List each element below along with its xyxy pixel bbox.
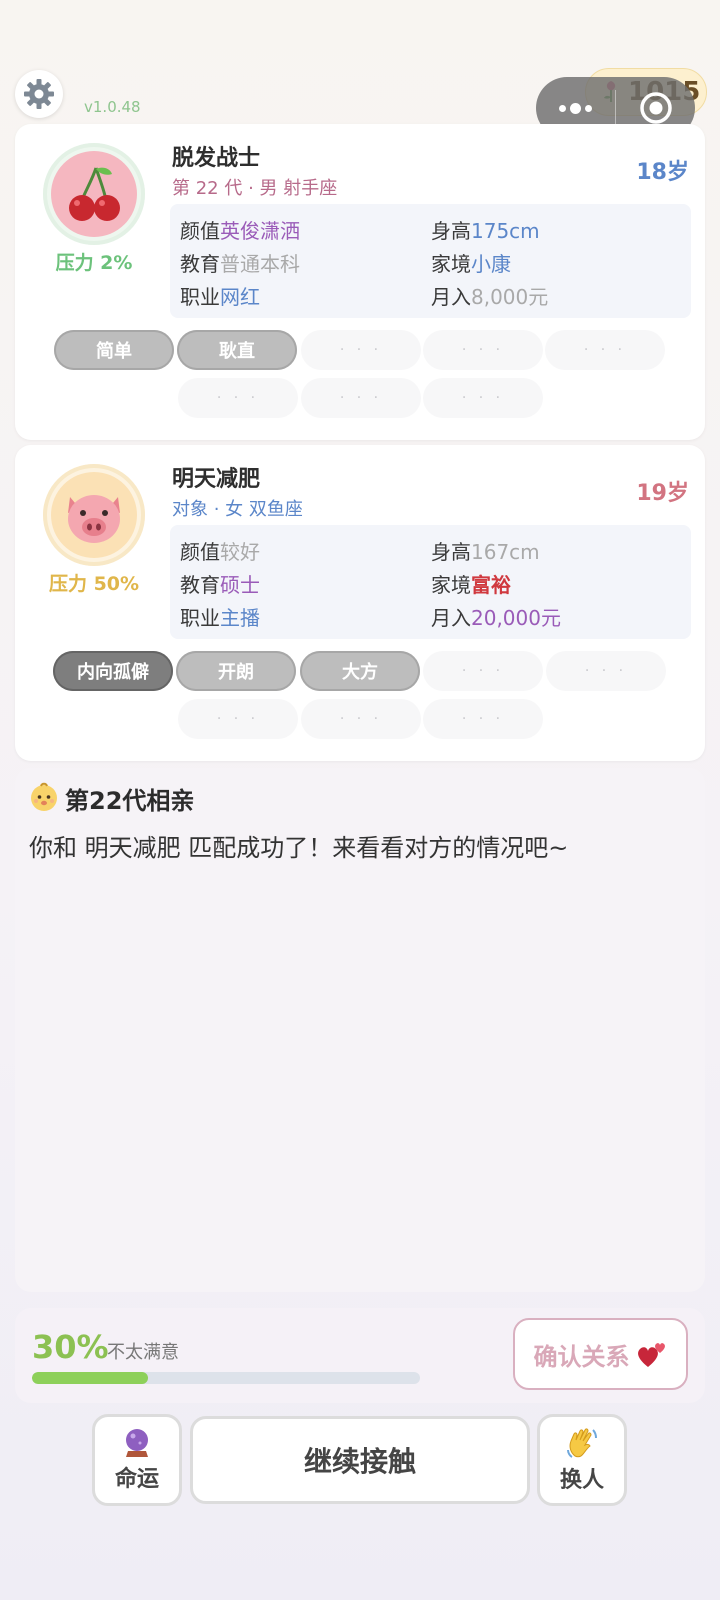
baby-icon [31, 782, 57, 811]
gear-icon [24, 79, 54, 109]
continue-label: 继续接触 [303, 1445, 416, 1478]
partner-subtitle: 对象 · 女 双鱼座 [172, 499, 303, 520]
satisfaction-percent: 30% [32, 1328, 109, 1366]
partner-pressure: 压力 50% [48, 573, 140, 595]
trait-tag[interactable]: 内向孤僻 [53, 651, 173, 691]
trait-tag[interactable]: 简单 [54, 330, 174, 370]
trait-tag-empty: · · · [301, 378, 421, 418]
hearts-icon [637, 1343, 665, 1367]
fate-button[interactable]: 命运 [92, 1414, 182, 1506]
trait-tag[interactable]: 开朗 [176, 651, 296, 691]
player-card: 压力 2% 脱发战士 第 22 代 · 男 射手座 18岁 颜值英俊潇洒 身高1… [15, 124, 705, 440]
stat-education: 教育普通本科 [180, 252, 300, 276]
crystal-ball-icon [126, 1429, 148, 1457]
satisfaction-bar [32, 1372, 420, 1384]
satisfaction-bar-fill [32, 1372, 149, 1384]
partner-age: 19岁 [636, 481, 689, 506]
close-target-icon[interactable] [616, 91, 695, 125]
continue-contact-button[interactable]: 继续接触 [190, 1416, 530, 1504]
partner-stats: 颜值较好 身高167cm 教育硕士 家境富裕 职业主播 月入20,000元 [170, 525, 691, 639]
trait-tag-empty: · · · [178, 699, 298, 739]
player-traits: 简单 耿直 · · · · · · · · · · · · · · · · · … [15, 330, 705, 430]
cherry-icon [69, 167, 120, 221]
trait-tag-empty: · · · [423, 378, 543, 418]
more-icon[interactable] [536, 102, 615, 114]
stat-family: 家境富裕 [431, 573, 511, 597]
stat-family: 家境小康 [431, 252, 511, 276]
stat-job: 职业主播 [180, 606, 260, 630]
stat-income: 月入20,000元 [431, 606, 561, 630]
player-subtitle: 第 22 代 · 男 射手座 [172, 178, 338, 199]
player-name: 脱发战士 [172, 146, 261, 171]
trait-tag-empty: · · · [545, 330, 665, 370]
trait-tag[interactable]: 耿直 [177, 330, 297, 370]
stat-height: 身高175cm [431, 219, 540, 243]
partner-card: 压力 50% 明天减肥 对象 · 女 双鱼座 19岁 颜值较好 身高167cm … [15, 445, 705, 761]
partner-name: 明天减肥 [172, 467, 261, 492]
partner-traits: 内向孤僻 开朗 大方 · · · · · · · · · · · · · · · [15, 651, 705, 751]
trait-tag-empty: · · · [301, 699, 421, 739]
fate-label: 命运 [114, 1467, 159, 1492]
stat-job: 职业网红 [180, 285, 260, 309]
player-pressure: 压力 2% [55, 252, 133, 274]
event-log-panel: 第22代相亲 你和 明天减肥 匹配成功了！来看看对方的情况吧~ [15, 768, 705, 1292]
log-message: 你和 明天减肥 匹配成功了！来看看对方的情况吧~ [29, 834, 569, 862]
partner-avatar [43, 464, 145, 566]
satisfaction-panel: 30% 不太满意 确认关系 [15, 1308, 705, 1403]
trait-tag-empty: · · · [301, 330, 421, 370]
player-avatar [43, 143, 145, 245]
trait-tag-empty: · · · [423, 330, 543, 370]
player-age: 18岁 [636, 160, 689, 185]
satisfaction-label: 不太满意 [107, 1342, 179, 1363]
stat-education: 教育硕士 [180, 573, 260, 597]
log-title: 第22代相亲 [65, 787, 195, 815]
confirm-relationship-button[interactable]: 确认关系 [513, 1318, 688, 1390]
version-label: v1.0.48 [84, 98, 141, 116]
swap-person-button[interactable]: 换人 [537, 1414, 627, 1506]
trait-tag-empty: · · · [423, 651, 543, 691]
waving-hand-icon [567, 1428, 597, 1458]
confirm-label: 确认关系 [533, 1342, 630, 1371]
settings-button[interactable] [15, 70, 63, 118]
stat-looks: 颜值较好 [180, 540, 260, 564]
trait-tag-empty: · · · [178, 378, 298, 418]
trait-tag-empty: · · · [423, 699, 543, 739]
stat-looks: 颜值英俊潇洒 [180, 219, 300, 243]
trait-tag-empty: · · · [546, 651, 666, 691]
trait-tag[interactable]: 大方 [300, 651, 420, 691]
stat-income: 月入8,000元 [431, 285, 549, 309]
stat-height: 身高167cm [431, 540, 540, 564]
pig-icon [68, 495, 120, 543]
player-stats: 颜值英俊潇洒 身高175cm 教育普通本科 家境小康 职业网红 月入8,000元 [170, 204, 691, 318]
swap-label: 换人 [559, 1468, 604, 1493]
